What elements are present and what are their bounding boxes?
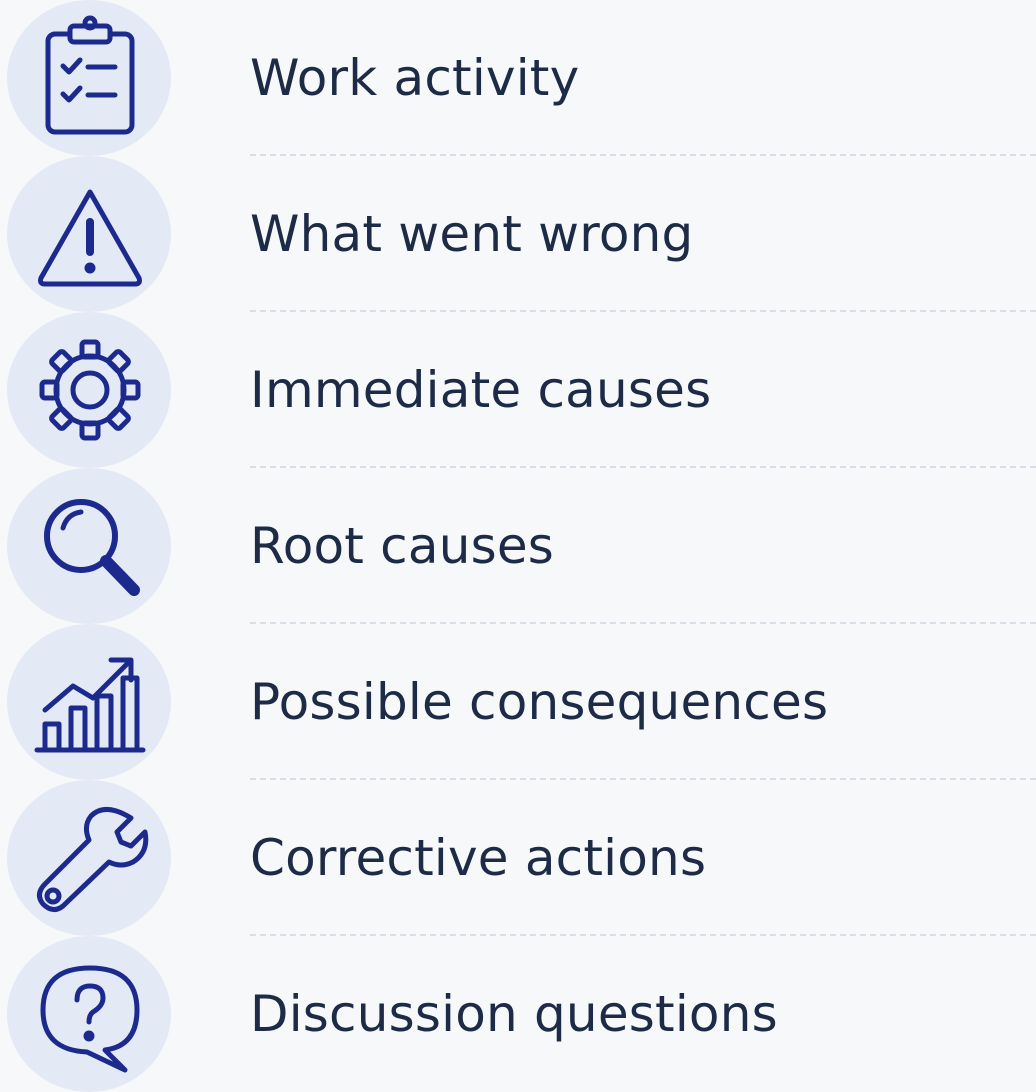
wrench-icon	[23, 794, 157, 922]
list-item-immediate-causes: Immediate causes	[0, 312, 1036, 468]
list-item-possible-consequences: Possible consequences	[0, 624, 1036, 780]
list-item-label: Immediate causes	[250, 361, 712, 419]
list-item-root-causes: Root causes	[0, 468, 1036, 624]
list-item-what-went-wrong: What went wrong	[0, 156, 1036, 312]
clipboard-checklist-icon	[23, 14, 157, 142]
chart-trend-up-icon	[23, 638, 157, 766]
list-item-label: Root causes	[250, 517, 555, 575]
list-item-work-activity: Work activity	[0, 0, 1036, 156]
topic-list: Work activity What went wrong Immediate …	[0, 0, 1036, 1092]
question-speech-bubble-icon	[23, 950, 157, 1078]
list-item-label: Work activity	[250, 49, 580, 107]
list-item-label: What went wrong	[250, 205, 694, 263]
warning-triangle-icon	[23, 170, 157, 298]
gear-icon	[23, 326, 157, 454]
list-item-label: Possible consequences	[250, 673, 829, 731]
list-item-label: Corrective actions	[250, 829, 707, 887]
list-item-corrective-actions: Corrective actions	[0, 780, 1036, 936]
magnifying-glass-icon	[23, 482, 157, 610]
